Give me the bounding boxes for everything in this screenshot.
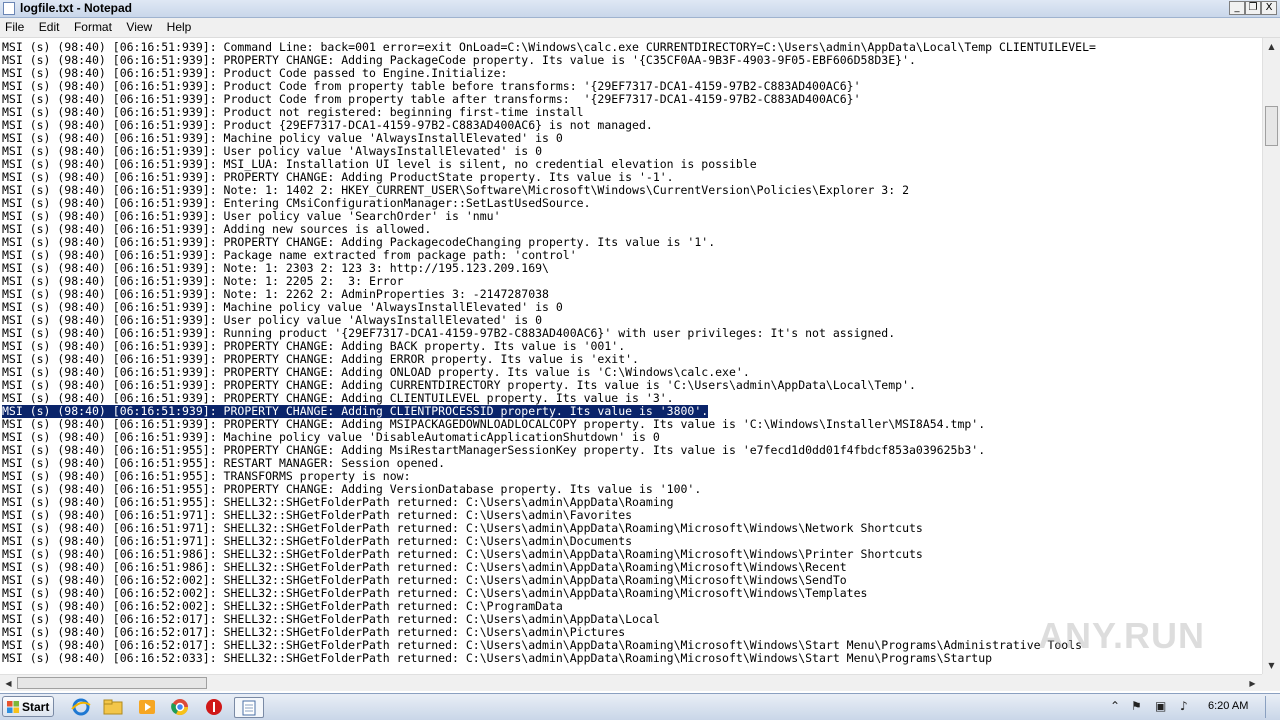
stop-app-icon[interactable]: [201, 697, 227, 717]
window-title: logfile.txt - Notepad: [20, 1, 132, 15]
vertical-scroll-thumb[interactable]: [1265, 106, 1278, 146]
notepad-icon: [3, 2, 15, 15]
log-line[interactable]: MSI (s) (98:40) [06:16:52:033]: SHELL32:…: [2, 652, 992, 665]
scroll-down-icon[interactable]: ▼: [1263, 657, 1280, 674]
chevron-up-icon[interactable]: ⌃: [1110, 699, 1120, 713]
taskbar: Start ⌃ ⚑ ▣ ♪ 6:20 AM: [0, 693, 1280, 720]
horizontal-scrollbar[interactable]: ◀ ▶: [0, 674, 1262, 691]
menu-view[interactable]: View: [121, 18, 157, 34]
show-desktop-button[interactable]: [1265, 696, 1279, 718]
chrome-icon[interactable]: [167, 697, 193, 717]
file-explorer-icon[interactable]: [100, 697, 126, 717]
menu-edit[interactable]: Edit: [34, 18, 65, 34]
scroll-left-icon[interactable]: ◀: [0, 675, 17, 692]
vertical-scrollbar[interactable]: ▲ ▼: [1262, 38, 1280, 674]
horizontal-scroll-thumb[interactable]: [17, 677, 207, 689]
menu-format[interactable]: Format: [69, 18, 117, 34]
menu-file[interactable]: File: [0, 18, 29, 34]
taskbar-notepad-button[interactable]: [234, 697, 264, 718]
close-button[interactable]: X: [1261, 1, 1277, 15]
internet-explorer-icon[interactable]: [68, 697, 94, 717]
start-label: Start: [22, 700, 50, 714]
notepad-taskbar-icon: [242, 700, 256, 716]
scroll-right-icon[interactable]: ▶: [1244, 675, 1261, 692]
menu-bar: File Edit Format View Help: [0, 18, 1280, 38]
network-icon[interactable]: ▣: [1155, 699, 1166, 713]
scroll-up-icon[interactable]: ▲: [1263, 38, 1280, 55]
scrollbar-corner: [1262, 674, 1280, 691]
anyrun-watermark: ANY.RUN: [1038, 615, 1206, 656]
flag-icon[interactable]: ⚑: [1131, 699, 1142, 713]
menu-help[interactable]: Help: [162, 18, 197, 34]
start-button[interactable]: Start: [2, 696, 54, 717]
restore-button[interactable]: ❐: [1245, 1, 1261, 15]
text-editor[interactable]: MSI (s) (98:40) [06:16:51:939]: Command …: [0, 38, 1262, 672]
volume-icon[interactable]: ♪: [1180, 699, 1188, 713]
media-player-icon[interactable]: [134, 697, 160, 717]
minimize-button[interactable]: _: [1229, 1, 1245, 15]
windows-logo-icon: [7, 701, 19, 713]
clock[interactable]: 6:20 AM: [1208, 700, 1248, 712]
title-bar[interactable]: logfile.txt - Notepad _ ❐ X: [0, 0, 1280, 18]
